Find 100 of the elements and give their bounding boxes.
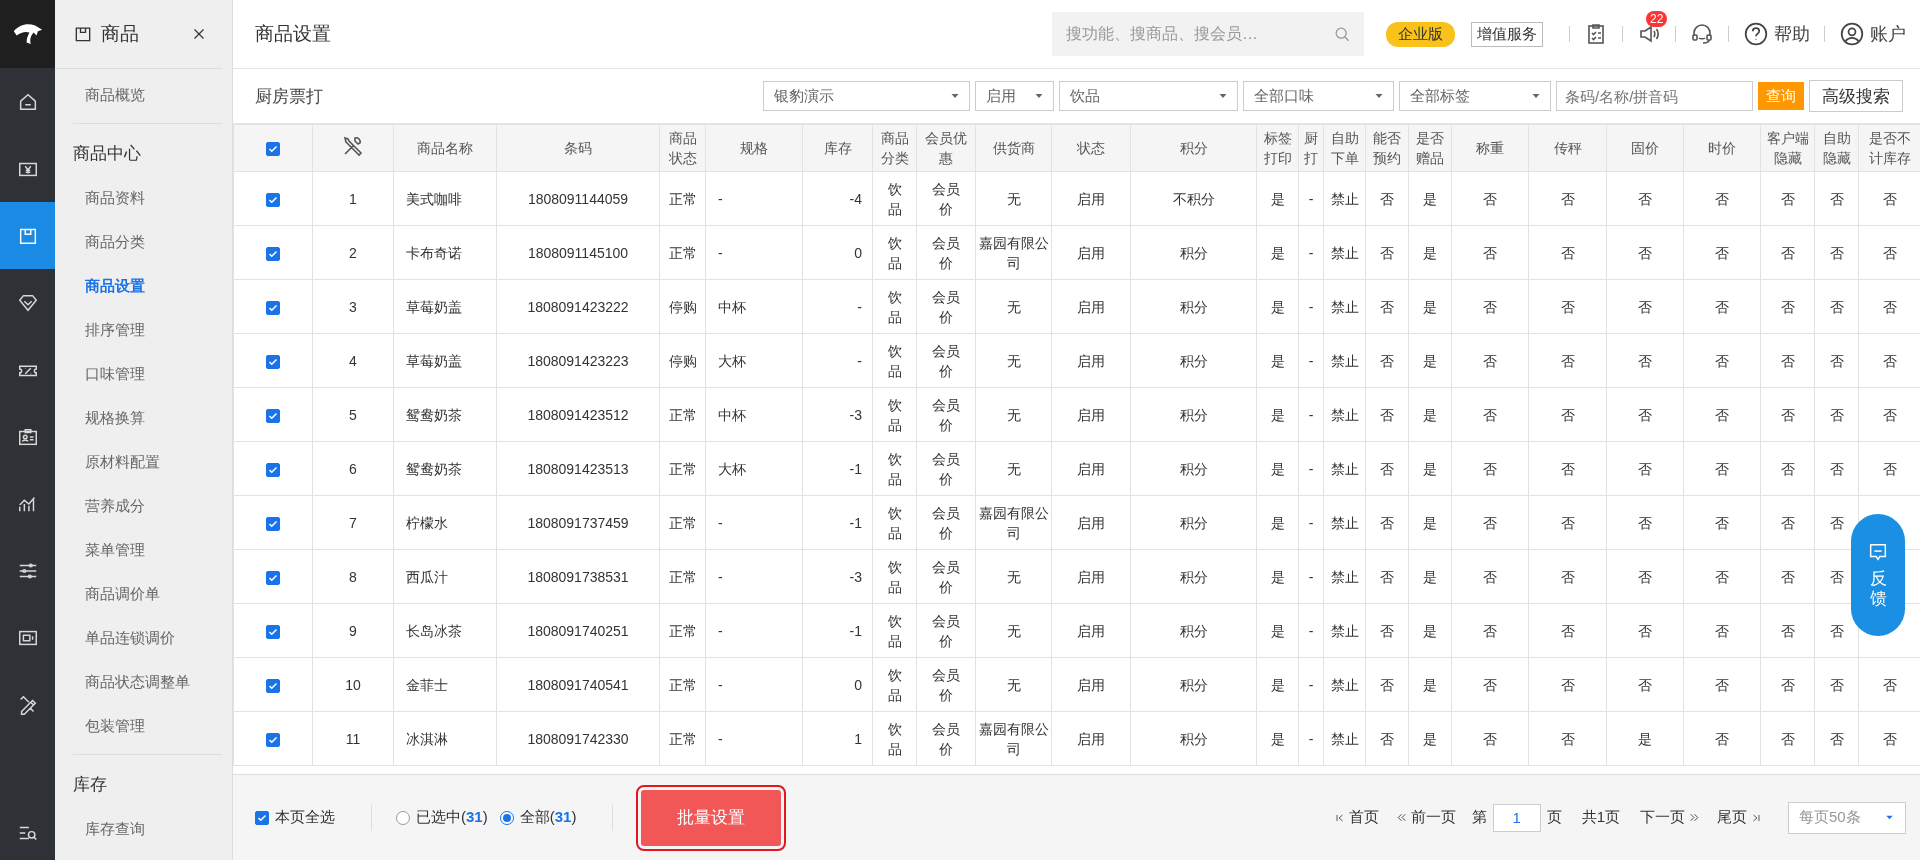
menu-item[interactable]: 商品设置	[73, 264, 222, 308]
first-page-link[interactable]: 首页	[1333, 808, 1379, 827]
dropdown[interactable]: 饮品	[1059, 81, 1238, 111]
checkbox[interactable]	[255, 810, 269, 825]
column-header[interactable]: 标签打印	[1256, 124, 1299, 172]
table-cell: 中杯	[705, 279, 803, 334]
checkbox[interactable]	[266, 408, 280, 423]
checkbox[interactable]	[266, 354, 280, 369]
table-cell: 正常	[659, 549, 706, 604]
table-cell: 草莓奶盖	[393, 279, 497, 334]
barcode-search-field[interactable]: 条码/名称/拼音码	[1556, 81, 1753, 111]
next-page-link[interactable]: 下一页	[1640, 808, 1701, 827]
menu-item[interactable]: 库存查询	[73, 807, 222, 851]
table-cell: -	[1298, 171, 1324, 226]
table-cell: 否	[1451, 171, 1529, 226]
column-header[interactable]: 规格	[705, 124, 803, 172]
help-button[interactable]: 帮助	[1743, 21, 1810, 47]
checkbox[interactable]	[266, 570, 280, 585]
column-header[interactable]: 会员优惠	[916, 124, 976, 172]
checkbox[interactable]	[266, 624, 280, 639]
checkbox[interactable]	[266, 678, 280, 693]
table-cell: 否	[1451, 333, 1529, 388]
column-header[interactable]: 自助下单	[1323, 124, 1366, 172]
menu-item[interactable]: 营养成分	[73, 484, 222, 528]
headset-icon[interactable]	[1690, 22, 1714, 46]
column-header[interactable]: 商品分类	[872, 124, 917, 172]
dropdown[interactable]: 全部口味	[1243, 81, 1394, 111]
column-header[interactable]: 能否预约	[1365, 124, 1409, 172]
menu-item[interactable]: 商品分类	[73, 220, 222, 264]
dropdown[interactable]: 银豹演示	[763, 81, 970, 111]
table-cell: 禁止	[1323, 441, 1366, 496]
table-cell: 禁止	[1323, 657, 1366, 712]
table-cell: 是	[1256, 603, 1299, 658]
menu-item[interactable]: 规格换算	[73, 396, 222, 440]
service-link[interactable]: 增值服务	[1471, 21, 1543, 47]
table-cell: 否	[1451, 225, 1529, 280]
previous-page-link[interactable]: 前一页	[1394, 808, 1456, 827]
menu-item[interactable]: 原材料配置	[73, 440, 222, 484]
table-cell: 1808091738531	[496, 549, 660, 604]
dropdown[interactable]: 启用	[975, 81, 1054, 111]
table-cell: -1	[802, 495, 873, 550]
column-header[interactable]: 固价	[1606, 124, 1684, 172]
column-header[interactable]: 是否赠品	[1408, 124, 1452, 172]
column-header[interactable]: 客户端隐藏	[1760, 124, 1815, 172]
table-cell: 积分	[1130, 279, 1257, 334]
menu-item[interactable]: 单品连锁调价	[73, 616, 222, 660]
checkbox[interactable]	[266, 142, 280, 157]
menu-item[interactable]: 排序管理	[73, 308, 222, 352]
column-header[interactable]: 称重	[1451, 124, 1529, 172]
menu-item[interactable]: 包装管理	[73, 704, 222, 748]
column-header[interactable]: 商品状态	[659, 124, 706, 172]
last-page-link[interactable]: 尾页	[1717, 808, 1762, 827]
table-cell: 禁止	[1323, 495, 1366, 550]
table-cell: 会员价	[916, 657, 976, 712]
checkbox[interactable]	[266, 516, 280, 531]
menu-item[interactable]: 菜单管理	[73, 528, 222, 572]
checkbox[interactable]	[266, 300, 280, 315]
table-cell: 否	[1365, 441, 1409, 496]
column-header[interactable]: 是否不计库存	[1858, 124, 1920, 172]
checkbox[interactable]	[266, 462, 280, 477]
column-header[interactable]: 积分	[1130, 124, 1257, 172]
column-header[interactable]: 供货商	[975, 124, 1052, 172]
table-cell: 否	[1814, 657, 1859, 712]
table-cell: 会员价	[916, 549, 976, 604]
table-cell: 美式咖啡	[393, 171, 497, 226]
table-cell: 0	[802, 225, 873, 280]
double-right-icon	[1688, 811, 1701, 824]
search-input[interactable]: 搜功能、搜商品、搜会员…	[1064, 24, 1332, 44]
column-header[interactable]: 商品名称	[393, 124, 497, 172]
table-cell: 否	[1528, 657, 1607, 712]
column-header[interactable]: 厨打	[1298, 124, 1324, 172]
column-header[interactable]: 自助隐藏	[1814, 124, 1859, 172]
table-cell: 饮品	[872, 549, 917, 604]
table-cell: -	[1298, 225, 1324, 280]
menu-item[interactable]: 商品状态调整单	[73, 660, 222, 704]
column-header[interactable]: 传秤	[1528, 124, 1607, 172]
advanced-search-button[interactable]: 高级搜索	[1809, 80, 1903, 112]
table-cell: 饮品	[872, 225, 917, 280]
column-header[interactable]: 条码	[496, 124, 660, 172]
radio-button[interactable]	[396, 810, 410, 825]
column-header[interactable]: 库存	[802, 124, 873, 172]
column-header[interactable]: 时价	[1683, 124, 1761, 172]
checkbox[interactable]	[266, 732, 280, 747]
table-cell: 是	[1408, 171, 1452, 226]
page-number-field[interactable]: 1	[1492, 803, 1541, 832]
column-header[interactable]: 状态	[1051, 124, 1131, 172]
menu-item[interactable]: 商品概览	[73, 73, 222, 117]
search-field[interactable]: 搜功能、搜商品、搜会员…	[1052, 12, 1364, 56]
radio-button[interactable]	[499, 810, 514, 825]
menu-item[interactable]: 口味管理	[73, 352, 222, 396]
table-cell: 柠檬水	[393, 495, 497, 550]
panel-title: 商品	[101, 22, 140, 46]
dropdown[interactable]: 全部标签	[1399, 81, 1551, 111]
table-cell: 积分	[1130, 657, 1257, 712]
menu-item[interactable]: 商品调价单	[73, 572, 222, 616]
checkbox[interactable]	[266, 192, 280, 207]
account-button[interactable]: 账户	[1839, 21, 1906, 47]
menu-item[interactable]: 商品资料	[73, 176, 222, 220]
question-icon	[1743, 21, 1769, 47]
checkbox[interactable]	[266, 246, 280, 261]
